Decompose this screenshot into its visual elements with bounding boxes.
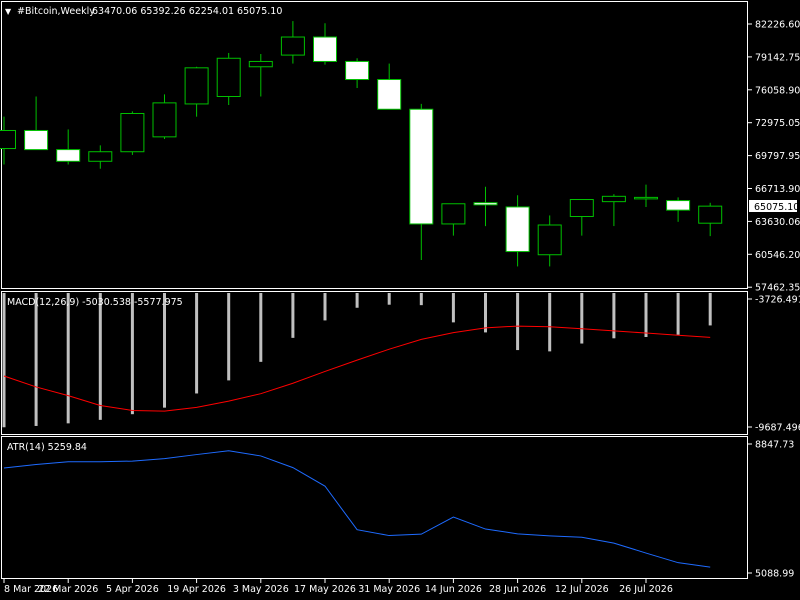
x-tick-label: 28 Jun 2026: [489, 584, 546, 595]
candle-body: [248, 60, 273, 68]
candle-body: [120, 112, 145, 153]
x-tick-label: 3 May 2026: [233, 584, 289, 595]
x-axis-labels: 8 Mar 202622 Mar 2026 5 Apr 2026 19 Apr 20…: [3, 579, 673, 595]
macd-histogram-bar: [484, 293, 487, 333]
candle-body: [409, 108, 434, 225]
macd-histogram-bar: [34, 293, 38, 426]
macd-histogram-bar: [708, 293, 712, 326]
x-tick-label: 26 Jul 2026: [619, 584, 673, 595]
y-tick-label: -9687.496: [755, 423, 800, 434]
current-price-value: 65075.10: [754, 202, 799, 213]
macd-label: MACD(12,26,9) -5030.538 -5577.975: [7, 297, 183, 308]
candle-body: [24, 129, 49, 151]
candle-body: [377, 79, 402, 110]
y-tick-label: 57462.35: [755, 283, 800, 294]
candle-body: [441, 203, 466, 225]
candle-body: [0, 129, 16, 150]
candle-body: [569, 199, 594, 218]
y-tick-label: 63630.06: [755, 217, 800, 228]
macd-histogram-bar: [676, 293, 680, 335]
y-tick-label: 66713.90: [755, 184, 800, 195]
y-axis-labels: 82226.60 79142.75 76058.90 72975.05 69797.95…: [748, 20, 800, 580]
candle-body: [152, 102, 177, 138]
macd-layer: [2, 293, 712, 428]
candle-body: [698, 205, 723, 224]
candle-body: [634, 196, 658, 200]
macd-histogram-bar: [130, 293, 134, 415]
y-tick-label: 69797.95: [755, 151, 800, 162]
macd-histogram-bar: [548, 293, 552, 352]
macd-histogram-bar: [580, 293, 584, 344]
x-tick-label: 31 May 2026: [358, 584, 420, 595]
macd-histogram-bar: [195, 293, 199, 394]
symbol-label: #Bitcoin,Weekly: [17, 6, 95, 17]
main-panel-frame: [1, 1, 748, 289]
candle-body: [505, 206, 530, 253]
macd-histogram-bar: [227, 293, 231, 381]
y-tick-label: 8847.73: [755, 440, 794, 451]
chart-window[interactable]: 82226.60 79142.75 76058.90 72975.05 69797.95…: [0, 0, 800, 600]
candle-body: [280, 36, 305, 56]
macd-signal-line: [3, 325, 711, 412]
macd-histogram-bar: [355, 293, 359, 308]
candles-layer: [0, 21, 723, 267]
candle-body: [601, 195, 626, 203]
candle-body: [537, 224, 562, 256]
macd-histogram-bar: [98, 293, 102, 420]
atr-panel-frame: [1, 436, 748, 579]
y-tick-label: 72975.05: [755, 118, 800, 129]
macd-panel-frame: [1, 291, 748, 435]
candle-body: [184, 67, 209, 105]
x-tick-label: 17 May 2026: [294, 584, 356, 595]
atr-layer: [3, 450, 711, 568]
macd-histogram-bar: [419, 293, 423, 306]
candle-body: [345, 60, 370, 81]
atr-label: ATR(14) 5259.84: [7, 442, 87, 453]
y-tick-label: -3726.491: [755, 295, 800, 306]
macd-histogram-bar: [291, 293, 295, 338]
macd-histogram-bar: [2, 293, 6, 428]
candle-body: [473, 202, 498, 206]
x-tick-label: 12 Jul 2026: [555, 584, 609, 595]
x-tick-label: 22 Mar 2026: [38, 584, 98, 595]
x-tick-label: 19 Apr 2026: [167, 584, 226, 595]
y-tick-label: 5088.99: [755, 569, 794, 580]
candle-body: [666, 200, 691, 211]
candle-body: [313, 36, 337, 62]
atr-line: [3, 450, 711, 568]
macd-histogram-bar: [387, 293, 391, 305]
macd-histogram-bar: [451, 293, 455, 323]
candle-body: [216, 57, 241, 97]
x-tick-label: 14 Jun 2026: [425, 584, 482, 595]
macd-histogram-bar: [66, 293, 70, 424]
x-tick-label: 5 Apr 2026: [106, 584, 159, 595]
ohlc-values: 63470.06 65392.26 62254.01 65075.10: [92, 6, 282, 17]
y-tick-label: 82226.60: [755, 20, 800, 31]
macd-histogram-bar: [516, 293, 520, 351]
macd-histogram-bar: [644, 293, 648, 337]
y-tick-label: 79142.75: [755, 52, 800, 63]
macd-histogram-bar: [163, 293, 166, 408]
menu-arrow-icon[interactable]: ▼: [5, 7, 12, 16]
y-tick-label: 60546.20: [755, 250, 800, 261]
candle-body: [88, 151, 113, 162]
candle-body: [56, 149, 81, 162]
y-tick-label: 76058.90: [755, 85, 800, 96]
macd-histogram-bar: [612, 293, 616, 339]
macd-histogram-bar: [323, 293, 327, 321]
macd-histogram-bar: [259, 293, 263, 362]
